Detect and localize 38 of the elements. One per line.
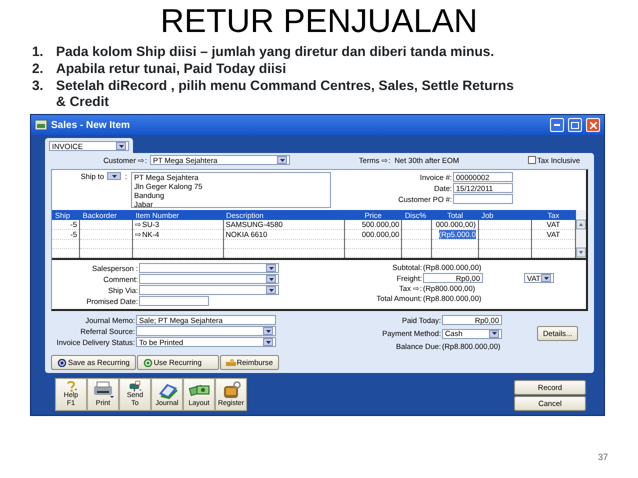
page-number: 37 (598, 450, 608, 464)
dropdown-field[interactable] (139, 285, 279, 295)
step-text: Setelah diRecord , pilih menu Command Centres, Sales, Settle Returns & Credit (56, 78, 515, 110)
close-icon (590, 122, 596, 128)
caret-icon (268, 288, 274, 292)
ship-to-dropdown[interactable] (107, 172, 121, 180)
caret-icon (112, 174, 116, 178)
step-text: Apabila retur tunai, Paid Today diisi (56, 61, 286, 77)
step-number: 3. (32, 78, 44, 95)
printer-icon (92, 380, 114, 400)
dropdown-field[interactable] (139, 274, 279, 284)
slide-title: RETUR PENJUALAN (159, 2, 479, 40)
caret-icon (492, 332, 496, 335)
text-field[interactable] (139, 296, 209, 306)
scrollbar (576, 210, 586, 258)
text-field[interactable] (453, 194, 513, 204)
window-title: Sales - New Item (51, 120, 131, 130)
caret-icon (266, 330, 270, 332)
caret-icon (280, 158, 284, 162)
caret-icon (266, 340, 270, 344)
step-text: Pada kolom Ship diisi – jumlah yang diretur dan diberi tanda minus. (56, 44, 494, 60)
dropdown-field[interactable] (139, 263, 279, 273)
minimize-icon (554, 124, 560, 126)
dropdown-field[interactable] (136, 326, 276, 336)
recurring-icon (57, 358, 67, 366)
close-button[interactable] (586, 118, 600, 132)
caret-icon (268, 266, 274, 270)
step-number: 2. (32, 61, 44, 77)
recurring-icon (142, 358, 153, 366)
maximize-icon (571, 122, 579, 128)
caret-icon (544, 276, 548, 280)
maximize-button[interactable] (568, 118, 582, 132)
caret-icon (118, 144, 124, 148)
checkbox[interactable] (528, 156, 536, 164)
caret-icon (268, 278, 274, 280)
app-icon (35, 120, 47, 130)
minimize-button[interactable] (550, 118, 564, 132)
step-number: 1. (32, 44, 44, 60)
